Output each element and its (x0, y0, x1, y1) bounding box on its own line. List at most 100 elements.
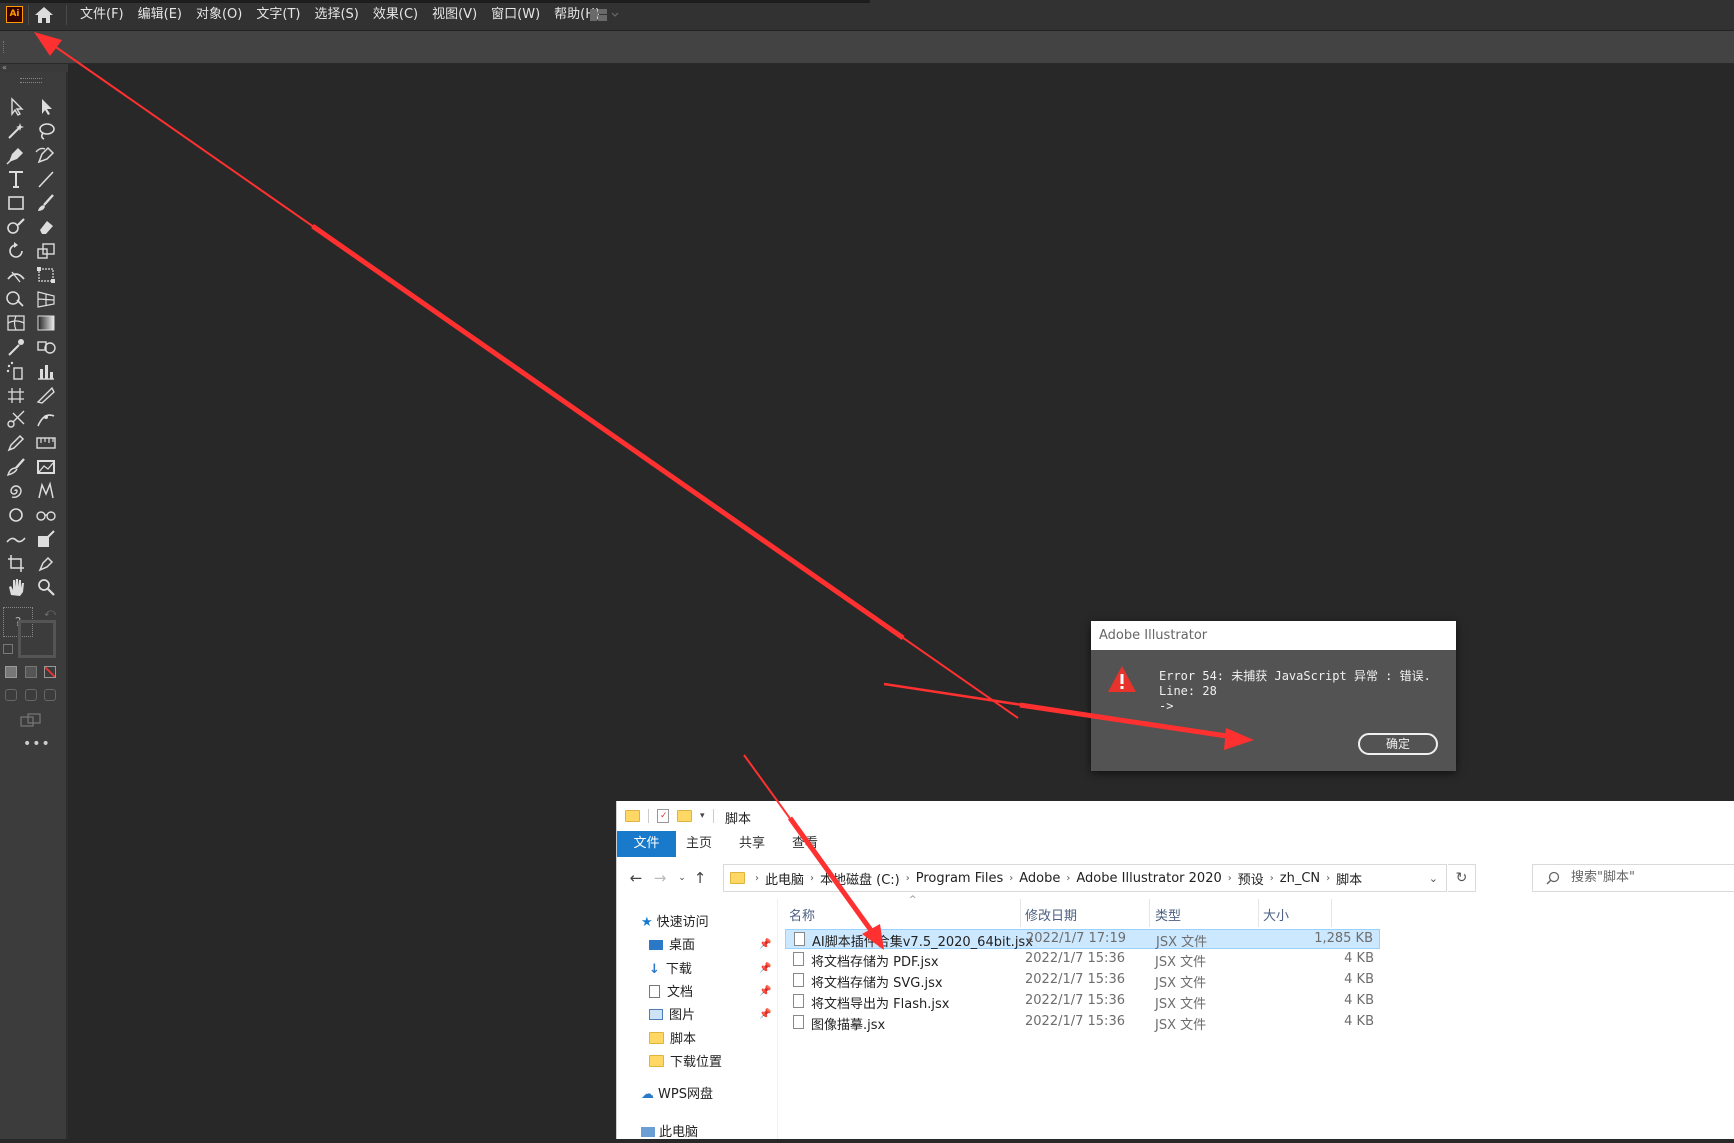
nav-item-documents[interactable]: 文档 (649, 983, 693, 1003)
slice-tool-icon[interactable] (34, 384, 58, 406)
column-separator[interactable] (1149, 899, 1150, 927)
none-mode-icon[interactable] (44, 666, 56, 678)
home-icon[interactable] (34, 6, 54, 24)
collapse-chevron-icon[interactable]: « (2, 64, 7, 72)
screen-mode-icon[interactable] (20, 712, 42, 727)
menu-select[interactable]: 选择(S) (314, 6, 358, 24)
forward-arrow-icon[interactable]: → (651, 869, 669, 887)
live-paint-tool-icon[interactable] (34, 528, 58, 550)
menu-view[interactable]: 视图(V) (432, 6, 477, 24)
eraser-tool-icon[interactable] (34, 216, 58, 238)
new-folder-icon[interactable] (677, 810, 692, 822)
menu-object[interactable]: 对象(O) (196, 6, 242, 24)
nav-item-pictures[interactable]: 图片 (649, 1006, 695, 1026)
ellipse-tool-icon[interactable] (4, 504, 28, 526)
recent-locations-chevron-icon[interactable]: ⌄ (673, 869, 691, 887)
nav-wps-drive[interactable]: ☁ WPS网盘 (641, 1085, 713, 1105)
perspective-grid-tool-icon[interactable] (34, 288, 58, 310)
puppet-warp-tool-icon[interactable] (34, 408, 58, 430)
swap-fill-stroke-icon[interactable]: ⤺ (44, 606, 56, 620)
artboard-tool-icon[interactable] (4, 384, 28, 406)
glasses-tool-icon[interactable] (34, 504, 58, 526)
direct-selection-tool-icon[interactable] (34, 96, 58, 118)
color-mode-icon[interactable] (5, 666, 17, 678)
gradient-tool-icon[interactable] (34, 312, 58, 334)
edit-toolbar-icon[interactable]: ••• (23, 736, 51, 752)
search-input[interactable]: 搜索"脚本" (1532, 864, 1734, 892)
blend-tool-icon[interactable] (34, 336, 58, 358)
column-separator[interactable] (1331, 899, 1332, 927)
tab-file[interactable]: 文件 (617, 831, 676, 857)
crop-tool-icon[interactable] (4, 552, 28, 574)
eyedropper-tool-icon[interactable] (4, 336, 28, 358)
breadcrumb-this-pc[interactable]: 此电脑 (765, 869, 804, 888)
column-separator[interactable] (1020, 899, 1021, 927)
ruler-tool-icon[interactable] (34, 432, 58, 454)
shaper-tool-icon[interactable] (4, 216, 28, 238)
menu-window[interactable]: 窗口(W) (491, 6, 540, 24)
pin-icon[interactable]: 📌 (759, 939, 771, 950)
breadcrumb-presets[interactable]: 预设 (1238, 869, 1264, 888)
type-tool-icon[interactable] (4, 168, 28, 190)
blob-brush-tool-icon[interactable] (4, 456, 28, 478)
back-arrow-icon[interactable]: ← (627, 869, 645, 887)
pencil-tool-icon[interactable] (4, 432, 28, 454)
properties-icon[interactable]: ✓ (657, 809, 669, 823)
column-header-type[interactable]: 类型 (1155, 905, 1181, 924)
selection-tool-icon[interactable] (4, 96, 28, 118)
table-row[interactable]: 图像描摹.jsx 2022/1/7 15:36 JSX 文件 4 KB (785, 1013, 1380, 1033)
tab-home[interactable]: 主页 (686, 831, 712, 857)
scissors-tool-icon[interactable] (4, 408, 28, 430)
control-bar-grip[interactable] (3, 41, 6, 53)
magic-wand-tool-icon[interactable] (4, 120, 28, 142)
column-header-date[interactable]: 修改日期 (1025, 905, 1077, 924)
free-transform-tool-icon[interactable] (34, 264, 58, 286)
toolbar-collapse-strip[interactable]: « (0, 64, 68, 72)
curvature-tool-icon[interactable] (34, 144, 58, 166)
pin-icon[interactable]: 📌 (759, 986, 771, 997)
table-row[interactable]: 将文档存储为 PDF.jsx 2022/1/7 15:36 JSX 文件 4 K… (785, 950, 1380, 970)
refresh-icon[interactable]: ↻ (1448, 864, 1476, 892)
tab-view[interactable]: 查看 (792, 831, 818, 857)
ok-button[interactable]: 确定 (1358, 733, 1438, 755)
smooth-tool-icon[interactable] (4, 528, 28, 550)
stroke-swatch[interactable] (18, 620, 56, 658)
breadcrumb-illustrator[interactable]: Adobe Illustrator 2020 (1076, 871, 1221, 886)
twirl-tool-icon[interactable] (4, 480, 28, 502)
tools-panel-grip[interactable] (20, 78, 42, 83)
tab-share[interactable]: 共享 (739, 831, 765, 857)
draw-inside-icon[interactable] (44, 689, 56, 701)
table-row[interactable]: 将文档导出为 Flash.jsx 2022/1/7 15:36 JSX 文件 4… (785, 992, 1380, 1012)
column-header-name[interactable]: 名称 (789, 905, 815, 924)
pen-tool-icon[interactable] (4, 144, 28, 166)
menu-type[interactable]: 文字(T) (256, 6, 300, 24)
menu-file[interactable]: 文件(F) (80, 6, 124, 24)
column-separator[interactable] (1258, 899, 1259, 927)
nav-this-pc[interactable]: 此电脑 (641, 1123, 698, 1143)
breadcrumb-adobe[interactable]: Adobe (1019, 871, 1060, 886)
shape-builder-tool-icon[interactable] (4, 288, 28, 310)
chart-tool-icon[interactable] (34, 456, 58, 478)
customize-qat-icon[interactable]: ▾ (700, 811, 705, 821)
workspace-switcher-icon[interactable] (590, 8, 620, 22)
nav-item-downloads[interactable]: ↓ 下载 (649, 960, 692, 980)
paintbrush-tool-icon[interactable] (34, 192, 58, 214)
nav-quick-access[interactable]: ★ 快速访问 (641, 913, 709, 933)
breadcrumb-zh-cn[interactable]: zh_CN (1280, 871, 1320, 886)
pen-add-anchor-icon[interactable] (34, 552, 58, 574)
width-tool-icon[interactable] (4, 264, 28, 286)
table-row[interactable]: AI脚本插件合集v7.5_2020_64bit.jsx 2022/1/7 17:… (785, 929, 1380, 950)
pin-icon[interactable]: 📌 (759, 1009, 771, 1020)
address-dropdown-chevron-icon[interactable]: ⌄ (1429, 872, 1438, 885)
symbol-tool-icon[interactable] (34, 480, 58, 502)
draw-normal-icon[interactable] (5, 689, 17, 701)
mesh-tool-icon[interactable] (4, 312, 28, 334)
column-graph-tool-icon[interactable] (34, 360, 58, 382)
table-row[interactable]: 将文档存储为 SVG.jsx 2022/1/7 15:36 JSX 文件 4 K… (785, 971, 1380, 991)
nav-item-desktop[interactable]: 桌面 (649, 936, 695, 956)
draw-behind-icon[interactable] (25, 689, 37, 701)
address-bar[interactable]: › 此电脑 › 本地磁盘 (C:) › Program Files › Adob… (723, 864, 1447, 892)
breadcrumb-scripts[interactable]: 脚本 (1336, 869, 1362, 888)
pin-icon[interactable]: 📌 (759, 963, 771, 974)
up-arrow-icon[interactable]: ↑ (691, 869, 709, 887)
